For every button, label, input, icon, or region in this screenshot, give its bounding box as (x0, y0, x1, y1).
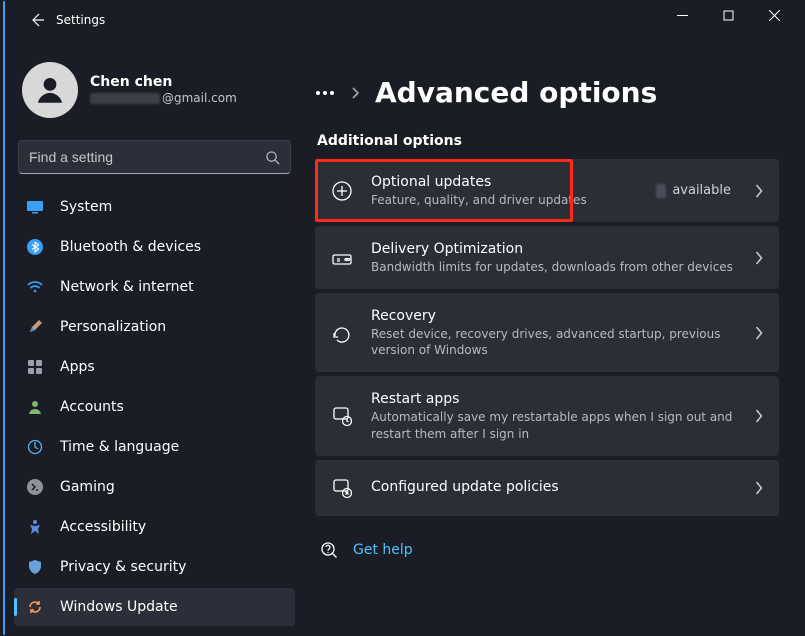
sidebar-item-label: Personalization (60, 319, 166, 335)
sidebar-item-label: Windows Update (60, 599, 178, 615)
accessibility-icon (26, 518, 44, 536)
card-configured-policies[interactable]: Configured update policies (315, 460, 779, 516)
bluetooth-icon (26, 238, 44, 256)
wifi-icon (26, 278, 44, 296)
count-obscured-icon (656, 184, 666, 198)
arrow-left-icon (29, 12, 45, 28)
card-title: Recovery (371, 307, 737, 326)
sidebar-item-gaming[interactable]: Gaming (14, 468, 295, 506)
search-icon (265, 150, 280, 165)
back-button[interactable] (20, 3, 54, 37)
get-help-link[interactable]: Get help (315, 540, 779, 560)
plus-circle-icon (331, 180, 353, 202)
sidebar-item-accessibility[interactable]: Accessibility (14, 508, 295, 546)
email-obscured-icon (90, 93, 160, 104)
minimize-button[interactable] (659, 0, 705, 30)
breadcrumb-more-button[interactable] (315, 90, 335, 96)
card-optional-updates[interactable]: Optional updates Feature, quality, and d… (315, 159, 779, 222)
settings-window: Settings Chen chen (0, 0, 805, 636)
help-icon (319, 540, 339, 560)
sidebar-item-label: Gaming (60, 479, 115, 495)
restart-apps-icon (331, 405, 353, 427)
page-title: Advanced options (375, 76, 657, 109)
accounts-icon (26, 398, 44, 416)
sidebar-item-time-language[interactable]: Time & language (14, 428, 295, 466)
search-box[interactable] (18, 140, 291, 174)
sidebar: Chen chen @gmail.com System (0, 40, 305, 636)
sidebar-item-label: Privacy & security (60, 559, 186, 575)
window-title: Settings (56, 13, 105, 27)
chevron-right-icon (755, 409, 763, 423)
gaming-icon (26, 478, 44, 496)
window-controls (659, 0, 797, 40)
paintbrush-icon (26, 318, 44, 336)
apps-icon (26, 358, 44, 376)
card-subtitle: Automatically save my restartable apps w… (371, 409, 737, 441)
card-restart-apps[interactable]: Restart apps Automatically save my resta… (315, 376, 779, 455)
sidebar-nav: System Bluetooth & devices Network & int… (14, 188, 295, 626)
email-suffix: @gmail.com (162, 91, 237, 106)
delivery-icon (331, 247, 353, 269)
close-button[interactable] (751, 0, 797, 30)
sidebar-item-label: Time & language (60, 439, 179, 455)
sidebar-item-system[interactable]: System (14, 188, 295, 226)
windows-update-icon (26, 598, 44, 616)
account-name: Chen chen (90, 74, 237, 92)
card-subtitle: Bandwidth limits for updates, downloads … (371, 259, 737, 275)
card-title: Restart apps (371, 390, 737, 409)
sidebar-item-label: Accessibility (60, 519, 146, 535)
sidebar-item-label: Accounts (60, 399, 124, 415)
chevron-right-icon (755, 481, 763, 495)
titlebar: Settings (0, 0, 805, 40)
main-content: Advanced options Additional options Opti… (305, 40, 805, 636)
card-subtitle: Feature, quality, and driver updates (371, 192, 638, 208)
sidebar-item-personalization[interactable]: Personalization (14, 308, 295, 346)
card-recovery[interactable]: Recovery Reset device, recovery drives, … (315, 293, 779, 372)
minimize-icon (677, 10, 688, 21)
card-title: Configured update policies (371, 478, 737, 497)
help-label: Get help (353, 542, 413, 558)
policies-icon (331, 477, 353, 499)
display-icon (26, 198, 44, 216)
maximize-icon (723, 10, 734, 21)
card-title: Delivery Optimization (371, 240, 737, 259)
sidebar-item-windows-update[interactable]: Windows Update (14, 588, 295, 626)
card-side-text: available (656, 183, 731, 198)
account-block[interactable]: Chen chen @gmail.com (14, 46, 295, 136)
sidebar-item-network[interactable]: Network & internet (14, 268, 295, 306)
clock-globe-icon (26, 438, 44, 456)
sidebar-item-label: Bluetooth & devices (60, 239, 201, 255)
options-list: Optional updates Feature, quality, and d… (315, 159, 779, 516)
sidebar-item-apps[interactable]: Apps (14, 348, 295, 386)
card-title: Optional updates (371, 173, 638, 192)
chevron-right-icon (755, 251, 763, 265)
close-icon (769, 10, 780, 21)
section-header: Additional options (317, 133, 779, 149)
sidebar-item-accounts[interactable]: Accounts (14, 388, 295, 426)
breadcrumb: Advanced options (315, 76, 779, 109)
sidebar-item-label: System (60, 199, 112, 215)
chevron-right-icon (755, 184, 763, 198)
card-subtitle: Reset device, recovery drives, advanced … (371, 326, 737, 358)
sidebar-item-bluetooth[interactable]: Bluetooth & devices (14, 228, 295, 266)
recovery-icon (331, 322, 353, 344)
chevron-right-icon (351, 87, 359, 99)
sidebar-item-label: Network & internet (60, 279, 194, 295)
account-email: @gmail.com (90, 91, 237, 106)
sidebar-item-privacy[interactable]: Privacy & security (14, 548, 295, 586)
card-delivery-optimization[interactable]: Delivery Optimization Bandwidth limits f… (315, 226, 779, 289)
maximize-button[interactable] (705, 0, 751, 30)
sidebar-item-label: Apps (60, 359, 95, 375)
shield-icon (26, 558, 44, 576)
person-icon (33, 73, 67, 107)
search-input[interactable] (29, 149, 265, 165)
avatar (22, 62, 78, 118)
chevron-right-icon (755, 326, 763, 340)
